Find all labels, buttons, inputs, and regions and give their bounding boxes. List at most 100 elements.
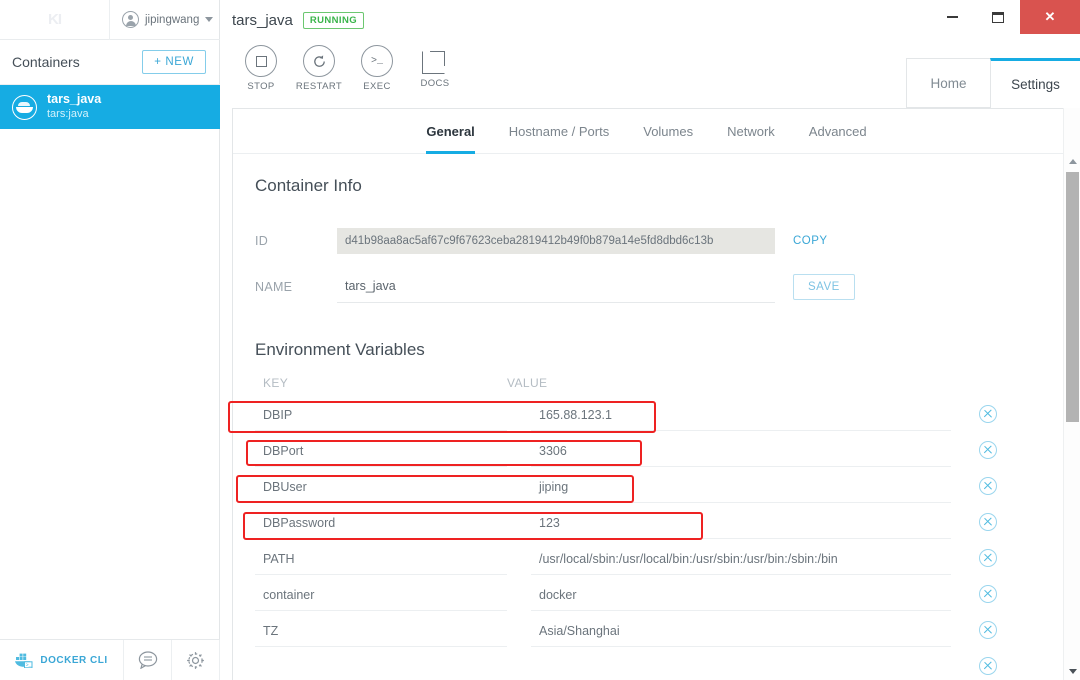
container-image: tars:java: [47, 107, 89, 120]
env-key[interactable]: DBPort: [255, 434, 507, 467]
feedback-button[interactable]: [124, 639, 172, 680]
terminal-icon: >_: [361, 45, 393, 77]
table-row-partial: [255, 648, 1045, 680]
env-key[interactable]: [255, 650, 507, 680]
environment-table-header: KEY VALUE: [255, 370, 1045, 396]
exec-button[interactable]: >_ EXEC: [348, 45, 406, 92]
table-row: DBIP 165.88.123.1: [255, 396, 1045, 432]
env-key[interactable]: PATH: [255, 542, 507, 575]
container-info-title: Container Info: [255, 176, 362, 195]
subtab-volumes[interactable]: Volumes: [643, 109, 693, 154]
tab-settings[interactable]: Settings: [990, 58, 1080, 108]
restart-button[interactable]: RESTART: [290, 45, 348, 92]
subtab-general[interactable]: General: [426, 109, 476, 154]
close-icon: ✕: [1044, 9, 1056, 24]
container-name-input[interactable]: tars_java: [337, 271, 775, 303]
close-button[interactable]: ✕: [1020, 0, 1080, 34]
tab-home[interactable]: Home: [906, 58, 990, 108]
main-tabs: Home Settings: [906, 41, 1080, 108]
table-row: PATH /usr/local/sbin:/usr/local/bin:/usr…: [255, 540, 1045, 576]
settings-scroll-area: Container Info ID d41b98aa8ac5af67c9f676…: [233, 154, 1080, 680]
vertical-scrollbar[interactable]: [1063, 108, 1080, 680]
container-labels: tars_java tars:java: [47, 92, 101, 121]
container-id-row: ID d41b98aa8ac5af67c9f67623ceba2819412b4…: [255, 218, 1045, 264]
main-area: tars_java RUNNING ✕ STOP RESTART >_ EXEC…: [220, 0, 1080, 680]
delete-circle-x-icon[interactable]: [979, 477, 997, 495]
settings-panel: General Hostname / Ports Volumes Network…: [232, 108, 1080, 680]
copy-button[interactable]: COPY: [793, 235, 828, 247]
delete-circle-x-icon[interactable]: [979, 513, 997, 531]
docker-cli-button[interactable]: >_ DOCKER CLI: [0, 639, 124, 680]
kitematic-window: KI jipingwang Containers + NEW tars_java…: [0, 0, 1080, 680]
env-value[interactable]: 123: [531, 506, 951, 539]
stop-button[interactable]: STOP: [232, 45, 290, 92]
page-title: tars_java: [232, 12, 293, 29]
env-value[interactable]: [531, 650, 951, 680]
stop-label: STOP: [247, 81, 275, 92]
svg-text:>_: >_: [26, 662, 33, 668]
env-value[interactable]: jiping: [531, 470, 951, 503]
env-key[interactable]: DBIP: [255, 398, 507, 431]
env-value[interactable]: 165.88.123.1: [531, 398, 951, 431]
new-container-button[interactable]: + NEW: [142, 50, 206, 74]
column-header-value: VALUE: [507, 376, 548, 390]
environment-title: Environment Variables: [255, 340, 425, 359]
subtab-network[interactable]: Network: [727, 109, 775, 154]
scroll-up-arrow-icon[interactable]: [1064, 153, 1080, 170]
exec-label: EXEC: [363, 81, 391, 92]
table-row: DBUser jiping: [255, 468, 1045, 504]
table-row: DBPassword 123: [255, 504, 1045, 540]
minimize-icon: [947, 16, 958, 18]
env-key[interactable]: DBPassword: [255, 506, 507, 539]
minimize-button[interactable]: [930, 0, 975, 34]
external-link-icon: [422, 48, 448, 74]
gear-icon: [187, 651, 204, 669]
save-button[interactable]: SAVE: [793, 274, 855, 300]
sidebar-item-tars-java[interactable]: tars_java tars:java: [0, 85, 220, 129]
whale-icon: [12, 94, 37, 120]
chevron-down-icon: [205, 17, 214, 22]
container-name-label: NAME: [255, 280, 293, 294]
status-bar: >_ DOCKER CLI: [0, 639, 220, 680]
account-bar: KI jipingwang: [0, 0, 220, 40]
delete-circle-x-icon[interactable]: [979, 441, 997, 459]
container-id-value[interactable]: d41b98aa8ac5af67c9f67623ceba2819412b49f0…: [337, 228, 775, 254]
container-name: tars_java: [47, 92, 102, 107]
subtab-advanced[interactable]: Advanced: [809, 109, 867, 154]
table-row: DBPort 3306: [255, 432, 1045, 468]
docs-button[interactable]: DOCS: [406, 45, 464, 89]
subtab-hostname-ports[interactable]: Hostname / Ports: [509, 109, 609, 154]
scroll-down-arrow-icon[interactable]: [1064, 663, 1080, 680]
delete-circle-x-icon[interactable]: [979, 549, 997, 567]
containers-header: Containers + NEW: [0, 40, 220, 85]
env-value[interactable]: /usr/local/sbin:/usr/local/bin:/usr/sbin…: [531, 542, 951, 575]
delete-circle-x-icon[interactable]: [979, 621, 997, 639]
delete-circle-x-icon[interactable]: [979, 657, 997, 675]
env-key[interactable]: TZ: [255, 614, 507, 647]
stop-icon: [245, 45, 277, 77]
env-key[interactable]: DBUser: [255, 470, 507, 503]
restart-label: RESTART: [295, 81, 343, 92]
column-header-key: KEY: [263, 376, 289, 390]
settings-button[interactable]: [172, 639, 220, 680]
whale-cli-icon: >_: [15, 653, 33, 668]
delete-circle-x-icon[interactable]: [979, 585, 997, 603]
docs-label: DOCS: [420, 78, 450, 89]
user-avatar-icon: [122, 11, 139, 28]
env-value[interactable]: docker: [531, 578, 951, 611]
table-row: container docker: [255, 576, 1045, 612]
restart-icon: [303, 45, 335, 77]
status-badge: RUNNING: [302, 12, 365, 29]
env-value[interactable]: 3306: [531, 434, 951, 467]
chat-bubble-icon: [138, 651, 157, 669]
env-value[interactable]: Asia/Shanghai: [531, 614, 951, 647]
scrollbar-thumb[interactable]: [1066, 172, 1079, 422]
container-name-row: NAME tars_java SAVE: [255, 264, 1045, 310]
logo-text: KI: [48, 11, 62, 28]
delete-circle-x-icon[interactable]: [979, 405, 997, 423]
container-id-label: ID: [255, 234, 269, 248]
env-key[interactable]: container: [255, 578, 507, 611]
maximize-button[interactable]: [975, 0, 1020, 34]
account-menu[interactable]: jipingwang: [110, 0, 220, 40]
window-titlebar: tars_java RUNNING ✕: [220, 0, 1080, 41]
